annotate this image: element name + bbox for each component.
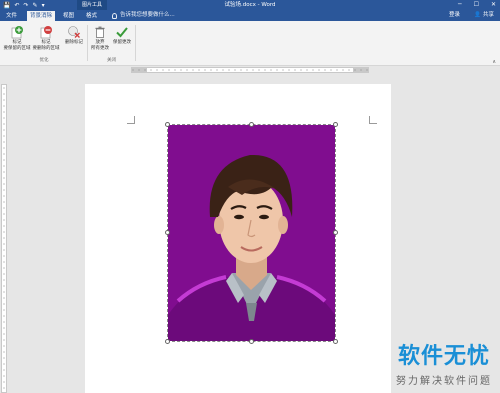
minimize-button[interactable]: ─ (458, 0, 462, 10)
delete-mark-label: 删除标记 (65, 40, 83, 45)
vertical-ruler[interactable] (0, 74, 8, 393)
vertical-ruler-ticks (3, 87, 5, 389)
ruler-ticks (132, 69, 368, 71)
resize-handle[interactable] (333, 339, 338, 344)
minus-circle-icon (40, 26, 52, 39)
tab-file[interactable]: 文件 (3, 11, 20, 21)
maximize-button[interactable]: ☐ (474, 0, 479, 10)
mark-keep-button[interactable]: 标记 要保留的区域 (2, 25, 32, 52)
horizontal-ruler[interactable] (0, 66, 500, 74)
tab-view[interactable]: 视图 (60, 11, 77, 21)
close-button[interactable]: ✕ (491, 0, 496, 10)
resize-handle[interactable] (165, 122, 170, 127)
word-window: 💾 ↶ ↷ ✎ ▾ 图片工具 试验场.docx - Word ─ ☐ ✕ 文件 … (0, 0, 500, 393)
share-icon: 👤 (474, 12, 482, 18)
delete-mark-button[interactable]: 删除标记 (62, 25, 86, 46)
login-link[interactable]: 登录 (449, 10, 460, 21)
group-close-label: 关闭 (107, 58, 116, 63)
tab-background-removal[interactable]: 背景消除 (27, 11, 56, 21)
resize-handle[interactable] (165, 339, 170, 344)
mark-remove-line2: 要删除的区域 (32, 46, 60, 51)
share-button[interactable]: 👤 共享 (474, 10, 494, 21)
portrait-illustration (168, 125, 335, 341)
plus-circle-icon (11, 26, 23, 39)
margin-corner-mark (369, 116, 377, 124)
resize-handle[interactable] (333, 230, 338, 235)
ribbon-tabs: 文件 背景消除 视图 格式 告诉我您想要做什么... 登录 👤 共享 (0, 10, 500, 21)
title-bar: 💾 ↶ ↷ ✎ ▾ 图片工具 试验场.docx - Word ─ ☐ ✕ (0, 0, 500, 10)
margin-corner-mark (127, 116, 135, 124)
group-refine-label: 优化 (39, 58, 49, 63)
resize-handle[interactable] (249, 122, 254, 127)
ribbon: 标记 要保留的区域 标记 要删除的区域 删除标记 优化 放弃 所有更改 保留更改… (0, 21, 500, 66)
site-watermark: 软件无忧 努力解决软件问题 (396, 338, 492, 387)
tab-format[interactable]: 格式 (83, 11, 100, 21)
tell-me-box[interactable]: 告诉我您想要做什么... (112, 10, 175, 21)
document-title: 试验场.docx - Word (224, 2, 276, 8)
lightbulb-icon (112, 12, 117, 19)
portrait-photo[interactable] (168, 125, 335, 341)
discard-icon (95, 26, 105, 38)
resize-handle[interactable] (165, 230, 170, 235)
resize-handle[interactable] (333, 122, 338, 127)
discard-changes-button[interactable]: 放弃 所有更改 (89, 25, 111, 52)
collapse-ribbon-icon[interactable]: ∧ (492, 59, 496, 65)
discard-line2: 所有更改 (91, 46, 109, 51)
keep-changes-button[interactable]: 保留更改 (110, 25, 134, 46)
mark-keep-line2: 要保留的区域 (3, 46, 31, 51)
watermark-main: 软件无忧 (397, 344, 490, 369)
keep-changes-label: 保留更改 (113, 40, 131, 45)
checkmark-icon (116, 27, 128, 38)
delete-mark-icon (68, 26, 80, 38)
tell-me-text: 告诉我您想要做什么... (120, 12, 175, 18)
ribbon-separator (135, 25, 136, 61)
resize-handle[interactable] (249, 339, 254, 344)
ribbon-separator (87, 25, 88, 61)
mark-remove-button[interactable]: 标记 要删除的区域 (31, 25, 61, 52)
watermark-sub: 努力解决软件问题 (396, 376, 492, 387)
window-controls: ─ ☐ ✕ (458, 0, 496, 10)
share-label: 共享 (482, 12, 494, 18)
